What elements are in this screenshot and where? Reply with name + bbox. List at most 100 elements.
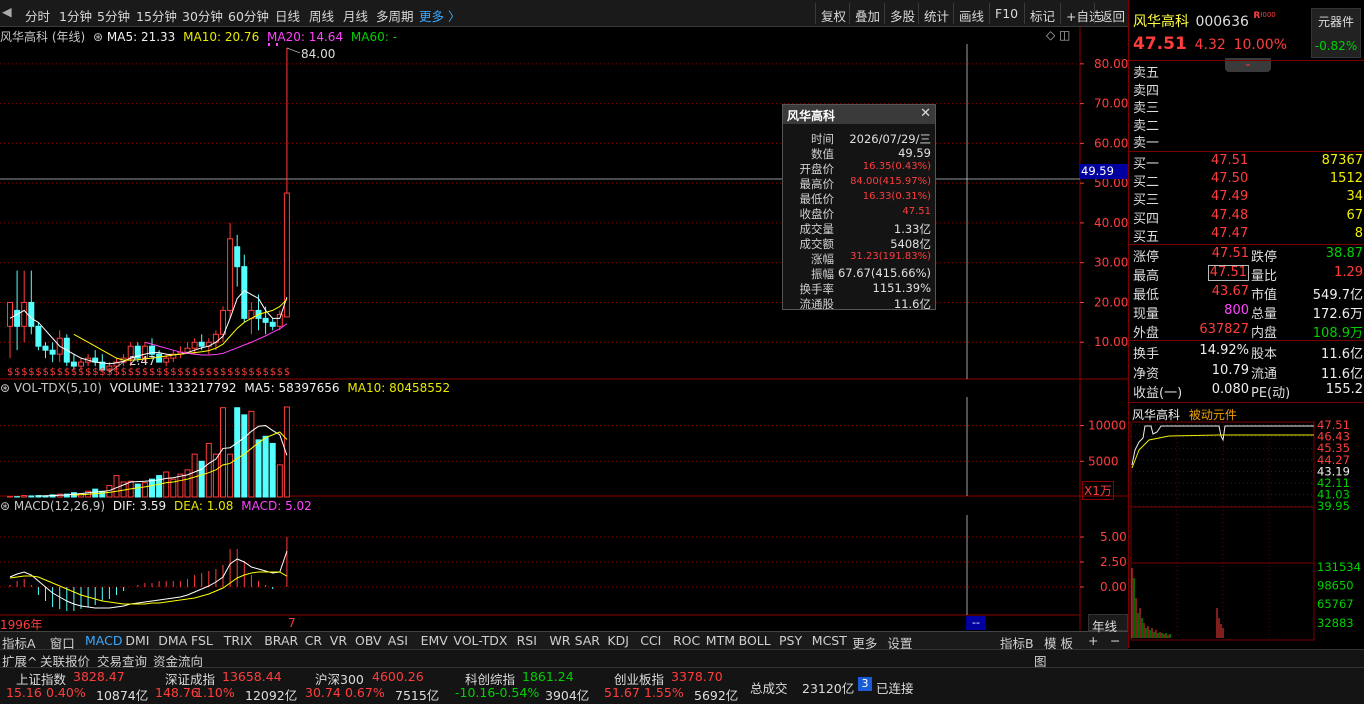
- indicator-tab[interactable]: CR: [305, 633, 322, 648]
- status-bar: 上证指数 3828.47 15.16 0.40% 10874亿 深证成指 13658.44 1…: [0, 667, 1364, 704]
- indicator-tab[interactable]: RSI: [517, 633, 537, 648]
- tooltip-row: 成交额 5408亿: [783, 236, 935, 251]
- tooltip-key: 成交额: [799, 237, 835, 251]
- volume-bar: [141, 482, 148, 498]
- bid-row[interactable]: 买四 47.48 67: [1129, 207, 1364, 227]
- period-tab[interactable]: 月线: [343, 6, 368, 25]
- adjust-button[interactable]: 复权: [815, 3, 851, 24]
- indicator-tab[interactable]: ASI: [388, 633, 408, 648]
- stats-button[interactable]: 统计: [918, 3, 954, 24]
- back-button[interactable]: 返回: [1094, 3, 1130, 24]
- indicator-tab[interactable]: PSY: [779, 633, 802, 648]
- tooltip-value: 16.35(0.43%): [862, 161, 931, 172]
- indicator-tab[interactable]: MACD: [85, 633, 122, 648]
- sector-box[interactable]: 元器件 -0.82%: [1311, 8, 1361, 58]
- tooltip-title: 风华高科: [783, 105, 935, 124]
- tooltip-value: 1.33亿: [893, 222, 931, 236]
- stat-row: 最低 43.67 市值 549.7亿: [1129, 284, 1364, 303]
- period-tab[interactable]: 分时: [25, 6, 50, 25]
- more-periods-button[interactable]: 更多 〉: [419, 6, 460, 25]
- kline-chart[interactable]: $ $ $ $ $ $ $ $ $ $ $ $ $ $ $ $ $ $ $ $ $ $ $ $ $ $ $ $ $ $ $ $ $ $ $ $ $ $ $ $…: [0, 27, 1128, 631]
- settings-icon[interactable]: ⊛: [0, 381, 10, 395]
- stat-value: 637827: [1199, 322, 1249, 337]
- period-tab[interactable]: 5分钟: [97, 6, 130, 25]
- draw-button[interactable]: 画线: [953, 3, 989, 24]
- indicator-tab[interactable]: EMV: [421, 633, 448, 648]
- dividend-marker: $: [234, 367, 240, 378]
- indicator-tab[interactable]: DMA: [158, 633, 187, 648]
- price-line: 47.51 4.32 10.00%: [1133, 34, 1287, 54]
- bid-row[interactable]: 买三 47.49 34: [1129, 189, 1364, 208]
- year-tab[interactable]: 年线: [1088, 614, 1128, 634]
- stat-label: 外盘: [1133, 326, 1160, 341]
- template-tab[interactable]: −: [1110, 633, 1120, 648]
- chart-options-icon[interactable]: ◇ ◫: [1046, 28, 1070, 42]
- settings-icon[interactable]: ⊛: [93, 30, 103, 44]
- macd-value: MACD: 5.02: [241, 499, 312, 513]
- stat-label: 换手: [1133, 347, 1160, 362]
- candle: [269, 321, 276, 327]
- connection-status[interactable]: 已连接: [876, 678, 914, 697]
- indicator-tab[interactable]: MCST: [812, 633, 847, 648]
- stat-value: 10.79: [1211, 362, 1249, 378]
- tooltip-value: 11.6亿: [893, 297, 931, 311]
- indicator-tab[interactable]: WR: [549, 633, 570, 648]
- template-tab[interactable]: +: [1088, 633, 1098, 648]
- ask-row: 卖一: [1129, 132, 1364, 151]
- bid-price: 47.51: [1211, 153, 1249, 168]
- stat-value: 43.67: [1211, 284, 1249, 299]
- indicator-tab[interactable]: BOLL: [739, 633, 771, 648]
- mark-button[interactable]: 标记: [1024, 3, 1060, 24]
- period-tab[interactable]: 15分钟: [136, 6, 177, 25]
- ask-row: 卖二: [1129, 115, 1364, 134]
- bid-volume: 67: [1346, 207, 1363, 223]
- data-tooltip: 风华高科 ✕ 时间 2026/07/29/三 数值 49.59 开盘价 16.35(0.4…: [782, 104, 936, 311]
- stat-value: 172.6万: [1312, 307, 1363, 322]
- indicator-tab[interactable]: OBV: [355, 633, 382, 648]
- period-tab[interactable]: 多周期: [376, 6, 414, 25]
- indicator-tab[interactable]: VOL-TDX: [453, 633, 507, 648]
- period-tab[interactable]: 周线: [309, 6, 334, 25]
- indicator-tab[interactable]: TRIX: [224, 633, 253, 648]
- intraday-mini-chart[interactable]: 47.5146.4345.3544.2743.1942.1141.0339.95…: [1129, 420, 1364, 648]
- settings-icon[interactable]: ⊛: [0, 499, 10, 513]
- quote-panel: 风华高科 000636 RI000 47.51 4.32 10.00% 元器件 …: [1128, 0, 1364, 648]
- indicator-tab[interactable]: BRAR: [264, 633, 298, 648]
- extension-bar: 扩展^ 关联报价 交易查询 资金流向 图: [0, 649, 1364, 669]
- indicator-tab[interactable]: CCI: [640, 633, 661, 648]
- index-value: 13658.44: [222, 669, 282, 684]
- period-tab[interactable]: 日线: [275, 6, 300, 25]
- cursor-date-label: --: [966, 616, 986, 630]
- indicator-tab[interactable]: ROC: [673, 633, 700, 648]
- close-icon[interactable]: ✕: [920, 106, 931, 121]
- indicator-tab[interactable]: FSL: [191, 633, 213, 648]
- period-tab[interactable]: 30分钟: [182, 6, 223, 25]
- overlay-button[interactable]: 叠加: [849, 3, 885, 24]
- low-annotation: 2.47: [129, 354, 156, 368]
- indicator-tab[interactable]: SAR: [575, 633, 600, 648]
- indicator-tab[interactable]: VR: [330, 633, 347, 648]
- dividend-marker: $: [270, 367, 276, 378]
- period-tab[interactable]: 60分钟: [228, 6, 269, 25]
- period-tab[interactable]: 1分钟: [59, 6, 92, 25]
- indicator-tab[interactable]: MTM: [706, 633, 735, 648]
- dividend-marker: $: [99, 367, 105, 378]
- collapse-arrow-icon[interactable]: ◀: [2, 4, 12, 19]
- dividend-marker: $: [263, 367, 269, 378]
- multi-stock-button[interactable]: 多股: [884, 3, 920, 24]
- f10-button[interactable]: F10: [989, 3, 1023, 24]
- index-amount: 3904亿: [545, 688, 590, 703]
- bid-price: 47.50: [1211, 171, 1249, 187]
- bid-row[interactable]: 买五 47.47 8: [1129, 225, 1364, 245]
- bid-row[interactable]: 买一 47.51 87367: [1129, 153, 1364, 172]
- high-annotation: 84.00: [301, 47, 336, 61]
- dividend-marker: $: [7, 367, 13, 378]
- stat-label: 总量: [1251, 307, 1278, 322]
- indicator-tab[interactable]: KDJ: [607, 633, 629, 648]
- macd-tick: 2.50: [1100, 555, 1127, 569]
- indicator-tab[interactable]: DMI: [125, 633, 149, 648]
- mini-vol-tick: 131534: [1317, 560, 1361, 574]
- bid-price: 47.47: [1211, 225, 1249, 241]
- bid-row[interactable]: 买二 47.50 1512: [1129, 171, 1364, 190]
- dividend-marker: $: [142, 367, 148, 378]
